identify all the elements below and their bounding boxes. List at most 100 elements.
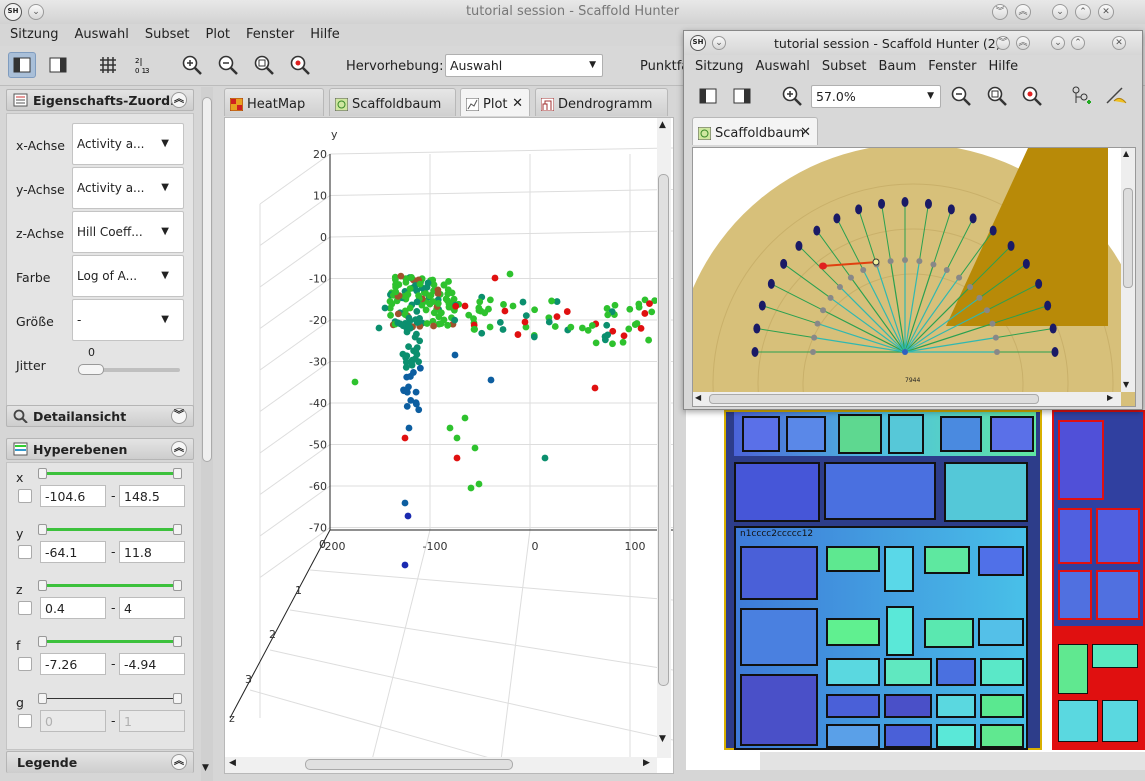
tree-node[interactable] bbox=[943, 267, 950, 274]
tree-node[interactable] bbox=[1049, 323, 1057, 334]
tree-node[interactable] bbox=[751, 347, 759, 357]
treemap-cluster-main[interactable]: n1cccc2ccccc12 bbox=[724, 410, 1042, 750]
plot-vertical-scrollbar[interactable]: ▲ ▼ bbox=[657, 118, 671, 758]
tree-node[interactable] bbox=[827, 294, 834, 301]
tab-dendrogram[interactable]: Dendrogramm bbox=[535, 88, 668, 116]
tree-node[interactable] bbox=[810, 349, 816, 355]
color-select[interactable]: Log of A... ▼ bbox=[72, 255, 184, 297]
keep-above-button[interactable]: ︽ bbox=[1015, 4, 1031, 20]
range-max-knob[interactable] bbox=[173, 693, 182, 704]
menu-subset[interactable]: Subset bbox=[135, 24, 196, 46]
shade-button[interactable]: ︾ bbox=[996, 36, 1010, 50]
tree-node[interactable] bbox=[983, 307, 990, 314]
tree-node[interactable] bbox=[989, 320, 996, 327]
tree-node[interactable] bbox=[956, 274, 963, 281]
menu-fenster[interactable]: Fenster bbox=[236, 24, 300, 46]
range-min-knob[interactable] bbox=[38, 636, 47, 647]
treemap-cluster-n1cccc2ccccc12[interactable]: n1cccc2ccccc12 bbox=[734, 526, 1028, 750]
tree-vertical-scrollbar-thumb[interactable] bbox=[1123, 188, 1133, 288]
collapse-icon[interactable]: ︽ bbox=[171, 92, 187, 108]
expand-icon[interactable]: ︾ bbox=[171, 408, 187, 424]
scroll-down-icon[interactable]: ▼ bbox=[1123, 380, 1129, 389]
tree-node[interactable] bbox=[989, 225, 997, 236]
scroll-left-icon[interactable]: ◀ bbox=[695, 393, 701, 402]
tree-node[interactable] bbox=[992, 334, 999, 341]
hyperplanes-panel-header[interactable]: Hyperebenen ︽ bbox=[6, 438, 194, 460]
menu-baum[interactable]: Baum bbox=[873, 57, 923, 77]
menu-auswahl[interactable]: Auswahl bbox=[65, 24, 135, 46]
window-menu-button[interactable]: ⌄ bbox=[712, 36, 726, 50]
range-min-knob[interactable] bbox=[38, 580, 47, 591]
scroll-up-icon[interactable]: ▲ bbox=[1123, 149, 1129, 158]
hyperplane-z-slider[interactable] bbox=[38, 580, 182, 592]
undo-button[interactable] bbox=[1102, 83, 1130, 109]
close-tab-icon[interactable]: ✕ bbox=[512, 96, 523, 111]
hyperplane-z-min-input[interactable]: 0.4 bbox=[40, 597, 106, 619]
tree-node[interactable] bbox=[836, 283, 843, 290]
tree-node[interactable] bbox=[994, 349, 1000, 355]
tree-node[interactable] bbox=[1035, 278, 1043, 289]
tree-node[interactable] bbox=[847, 274, 854, 281]
y-axis-select[interactable]: Activity a... ▼ bbox=[72, 167, 184, 209]
tree-node[interactable] bbox=[814, 320, 821, 327]
treemap-cell[interactable] bbox=[944, 462, 1028, 522]
detail-panel-header[interactable]: Detailansicht ︾ bbox=[6, 405, 194, 427]
treemap-cell[interactable] bbox=[734, 462, 820, 522]
scroll-down-icon[interactable]: ▼ bbox=[202, 763, 209, 773]
tree-node[interactable] bbox=[969, 213, 977, 224]
keep-above-button[interactable]: ︽ bbox=[1016, 36, 1030, 50]
zoom-in-button[interactable] bbox=[178, 52, 206, 78]
property-panel-header[interactable]: Eigenschafts-Zuord... ︽ bbox=[6, 89, 194, 111]
zoom-out-button[interactable] bbox=[214, 52, 242, 78]
zoom-select[interactable]: 57.0% ▼ bbox=[811, 85, 941, 108]
zoom-fit-button[interactable] bbox=[250, 52, 278, 78]
hyperplane-x-checkbox[interactable] bbox=[18, 489, 32, 503]
scroll-left-icon[interactable]: ◀ bbox=[229, 758, 236, 768]
jitter-slider-knob[interactable] bbox=[78, 364, 104, 375]
menu-plot[interactable]: Plot bbox=[196, 24, 237, 46]
menu-subset[interactable]: Subset bbox=[816, 57, 873, 77]
scroll-right-icon[interactable]: ▶ bbox=[1107, 393, 1113, 402]
grid-button[interactable] bbox=[94, 52, 122, 78]
tree-node[interactable] bbox=[902, 349, 908, 355]
tree-node[interactable] bbox=[887, 258, 894, 265]
maximize-button[interactable]: ⌃ bbox=[1075, 4, 1091, 20]
tree-node[interactable] bbox=[767, 278, 775, 289]
range-max-knob[interactable] bbox=[173, 524, 182, 535]
hyperplane-y-min-input[interactable]: -64.1 bbox=[40, 541, 106, 563]
tree-node[interactable] bbox=[967, 283, 974, 290]
menu-hilfe[interactable]: Hilfe bbox=[983, 57, 1025, 77]
toggle-sidebar-right-button[interactable] bbox=[728, 83, 756, 109]
scaffold-tree-graph[interactable]: 7944 bbox=[693, 148, 1136, 407]
tree-node[interactable] bbox=[780, 258, 788, 269]
tab-plot[interactable]: Plot ✕ bbox=[460, 88, 530, 116]
scroll-down-icon[interactable]: ▼ bbox=[659, 734, 666, 744]
sidebar-scrollbar[interactable]: ▼ bbox=[201, 87, 213, 781]
range-min-knob[interactable] bbox=[38, 524, 47, 535]
close-button[interactable]: ✕ bbox=[1112, 36, 1126, 50]
zoom-fit-button[interactable] bbox=[983, 83, 1011, 109]
plot-horizontal-scrollbar[interactable]: ◀ ▶ bbox=[225, 757, 657, 773]
tree-node[interactable] bbox=[924, 198, 932, 209]
plot-horizontal-scrollbar-thumb[interactable] bbox=[305, 759, 513, 770]
tree-horizontal-scrollbar-thumb[interactable] bbox=[709, 394, 1039, 404]
range-min-knob[interactable] bbox=[38, 693, 47, 704]
zoom-selection-button[interactable] bbox=[1018, 83, 1046, 109]
hyperplane-x-min-input[interactable]: -104.6 bbox=[40, 485, 106, 507]
minimize-button[interactable]: ⌄ bbox=[1051, 36, 1065, 50]
menu-fenster[interactable]: Fenster bbox=[922, 57, 982, 77]
tree-node[interactable] bbox=[813, 225, 821, 236]
tree-node[interactable] bbox=[1022, 258, 1030, 269]
menu-hilfe[interactable]: Hilfe bbox=[300, 24, 346, 46]
zoom-selection-button[interactable] bbox=[286, 52, 314, 78]
hyperplane-z-checkbox[interactable] bbox=[18, 601, 32, 615]
tree-node[interactable] bbox=[758, 300, 766, 311]
collapse-icon[interactable]: ︽ bbox=[171, 754, 187, 770]
z-axis-select[interactable]: Hill Coeff... ▼ bbox=[72, 211, 184, 253]
menu-sitzung[interactable]: Sitzung bbox=[684, 57, 750, 77]
scatter-plot-3d[interactable]: 20100-10-20-30-40-50-60-70-200 -100 0 10001… bbox=[225, 118, 674, 781]
tree-node[interactable] bbox=[901, 197, 909, 207]
toggle-sidebar-right-button[interactable] bbox=[44, 52, 72, 78]
treemap-red-subcluster[interactable] bbox=[1054, 626, 1143, 748]
maximize-button[interactable]: ⌃ bbox=[1071, 36, 1085, 50]
